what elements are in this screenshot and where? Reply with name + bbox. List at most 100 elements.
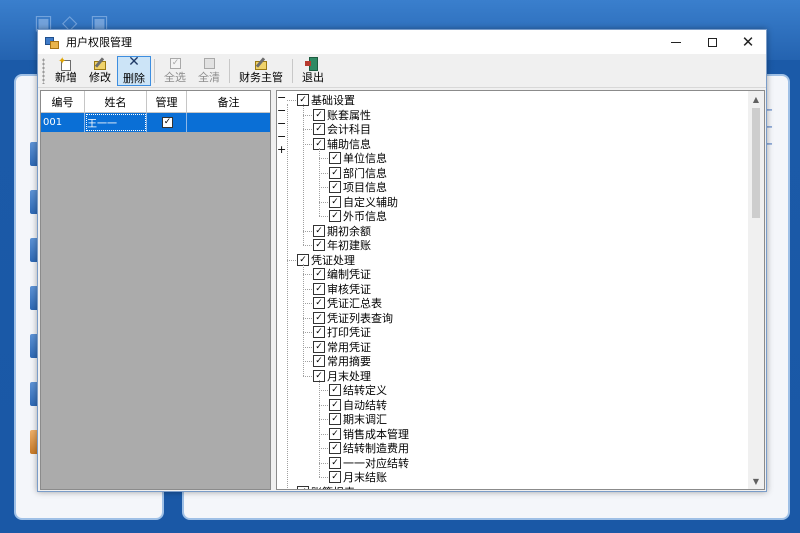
edit-icon <box>92 56 108 70</box>
tree-node[interactable]: ✓ 自动结转 <box>329 398 388 412</box>
scroll-up-arrow[interactable]: ▲ <box>748 91 764 107</box>
tree-node-checkbox[interactable]: ✓ <box>329 152 341 164</box>
tree-node-checkbox[interactable]: ✓ <box>313 297 325 309</box>
new-button[interactable]: ✦ 新增 <box>49 56 83 86</box>
tree-node[interactable]: ✓ 结转制造费用 <box>329 441 410 455</box>
tree-node-checkbox[interactable]: ✓ <box>313 340 325 353</box>
tree-node[interactable]: ✓ 月末结账 <box>329 470 388 484</box>
tree-node[interactable]: ✓ 结转定义 <box>329 383 388 397</box>
tree-node-label[interactable]: 账簿报表 <box>310 484 356 490</box>
tree-node-checkbox[interactable]: ✓ <box>329 210 341 222</box>
tree-connector <box>303 346 312 348</box>
cell-name[interactable]: 王一一 <box>85 113 147 132</box>
minimize-button[interactable] <box>658 30 694 54</box>
tree-connector <box>319 419 328 420</box>
tree-node[interactable]: ✓ 辅助信息 <box>313 137 372 151</box>
tree-node[interactable]: ✓账簿报表 <box>297 484 356 490</box>
tree-connector <box>287 259 296 261</box>
tree-node-checkbox[interactable]: ✓ <box>297 485 309 489</box>
tree-node-checkbox[interactable]: ✓ <box>313 239 325 251</box>
tree-node-checkbox[interactable]: ✓ <box>313 123 325 135</box>
tree-connector <box>319 477 328 478</box>
tree-connector <box>303 375 312 377</box>
tree-node-checkbox[interactable]: ✓ <box>313 108 325 121</box>
column-header-note[interactable]: 备注 <box>187 91 270 113</box>
tree-node-checkbox[interactable]: ✓ <box>329 413 341 425</box>
tree-node[interactable]: ✓ 编制凭证 <box>313 267 372 281</box>
tree-connector <box>287 100 296 101</box>
delete-button[interactable]: ✕ 删除 <box>117 55 151 86</box>
tree-connector <box>303 332 312 333</box>
tree-node-checkbox[interactable]: ✓ <box>313 355 325 367</box>
tree-node[interactable]: ✓ 部门信息 <box>329 166 388 180</box>
tree-connector <box>303 245 312 246</box>
close-icon: ✕ <box>741 32 755 51</box>
user-grid[interactable]: 编号 姓名 管理 备注 001 王一一 ✓ <box>40 90 271 490</box>
tree-connector <box>303 317 312 319</box>
maximize-button[interactable] <box>694 30 730 54</box>
tree-connector <box>303 230 312 232</box>
edit-button[interactable]: 修改 <box>83 56 117 86</box>
clear-all-button[interactable]: 全清 <box>192 56 226 86</box>
tree-node[interactable]: ✓ 月末处理 <box>313 369 372 383</box>
tree-node-checkbox[interactable]: ✓ <box>329 471 341 483</box>
toolbar-grip[interactable] <box>42 57 45 84</box>
cell-admin[interactable]: ✓ <box>147 113 187 132</box>
tree-node[interactable]: ✓ 账套属性 <box>313 108 372 122</box>
tree-node[interactable]: ✓ 审核凭证 <box>313 282 372 296</box>
tree-connector <box>303 104 304 245</box>
tree-node-checkbox[interactable]: ✓ <box>329 427 341 440</box>
tree-connector <box>319 404 328 406</box>
toolbar-separator <box>292 58 293 83</box>
tree-connector <box>319 158 328 159</box>
scroll-thumb[interactable] <box>752 108 760 218</box>
tree-node-checkbox[interactable]: ✓ <box>313 282 325 295</box>
admin-checkbox[interactable]: ✓ <box>162 117 173 128</box>
tree-node[interactable]: ✓ 打印凭证 <box>313 325 372 339</box>
tree-node[interactable]: ✓ 销售成本管理 <box>329 427 410 441</box>
finance-manager-button-label: 财务主管 <box>239 70 283 84</box>
tree-node[interactable]: ✓ 年初建账 <box>313 238 372 252</box>
select-all-button[interactable]: ✓ 全选 <box>158 56 192 86</box>
column-header-name[interactable]: 姓名 <box>85 91 147 113</box>
permission-tree[interactable]: ✓ 基础设置 − ✓ 账套属性 ✓ 会计科目 ✓ 辅助信息 − ✓ 单位信息 ✓ 部门信息 ✓ 项目信息 ✓ 自定… <box>276 90 765 490</box>
tree-node[interactable]: ✓ 凭证汇总表 <box>313 296 383 310</box>
tree-node-checkbox[interactable]: ✓ <box>313 326 325 338</box>
tree-node[interactable]: ✓ 项目信息 <box>329 180 388 194</box>
grid-header: 编号 姓名 管理 备注 <box>41 91 270 113</box>
tree-node[interactable]: ✓ 外币信息 <box>329 209 388 223</box>
tree-node-checkbox[interactable]: ✓ <box>329 195 341 208</box>
tree-node[interactable]: ✓ 一一对应结转 <box>329 456 410 470</box>
tree-node[interactable]: ✓ 期末调汇 <box>329 412 388 426</box>
exit-button[interactable]: 退出 <box>296 56 330 86</box>
tree-node-checkbox[interactable]: ✓ <box>329 442 341 454</box>
tree-node-checkbox[interactable]: ✓ <box>329 384 341 396</box>
tree-node[interactable]: ✓ 自定义辅助 <box>329 195 399 209</box>
tree-scrollbar[interactable]: ▲ ▼ <box>748 91 764 489</box>
table-row[interactable]: 001 王一一 ✓ <box>41 113 270 132</box>
tree-node-checkbox[interactable]: ✓ <box>329 398 341 411</box>
window-title: 用户权限管理 <box>66 36 132 49</box>
tree-node-checkbox[interactable]: ✓ <box>329 166 341 179</box>
tree-node-checkbox[interactable]: ✓ <box>313 268 325 280</box>
tree-connector <box>303 303 312 304</box>
tree-node-checkbox[interactable]: ✓ <box>313 224 325 237</box>
tree-node[interactable]: ✓ 凭证列表查询 <box>313 311 394 325</box>
tree-node[interactable]: ✓ 基础设置 <box>297 93 356 107</box>
tree-node[interactable]: ✓ 期初余额 <box>313 224 372 238</box>
cell-note[interactable] <box>187 113 270 132</box>
tree-node[interactable]: ✓ 常用凭证 <box>313 340 372 354</box>
scroll-down-arrow[interactable]: ▼ <box>748 473 764 489</box>
tree-node[interactable]: ✓ 凭证处理 <box>297 253 356 267</box>
finance-manager-button[interactable]: 财务主管 <box>233 56 289 86</box>
cell-id[interactable]: 001 <box>41 113 85 132</box>
tree-node[interactable]: ✓ 常用摘要 <box>313 354 372 368</box>
tree-node[interactable]: ✓ 会计科目 <box>313 122 372 136</box>
tree-node-checkbox[interactable]: ✓ <box>329 181 341 193</box>
column-header-id[interactable]: 编号 <box>41 91 85 113</box>
tree-node-checkbox[interactable]: ✓ <box>313 311 325 324</box>
column-header-admin[interactable]: 管理 <box>147 91 187 113</box>
tree-node-checkbox[interactable]: ✓ <box>329 456 341 469</box>
close-button[interactable]: ✕ <box>730 30 766 54</box>
tree-node[interactable]: ✓ 单位信息 <box>329 151 388 165</box>
